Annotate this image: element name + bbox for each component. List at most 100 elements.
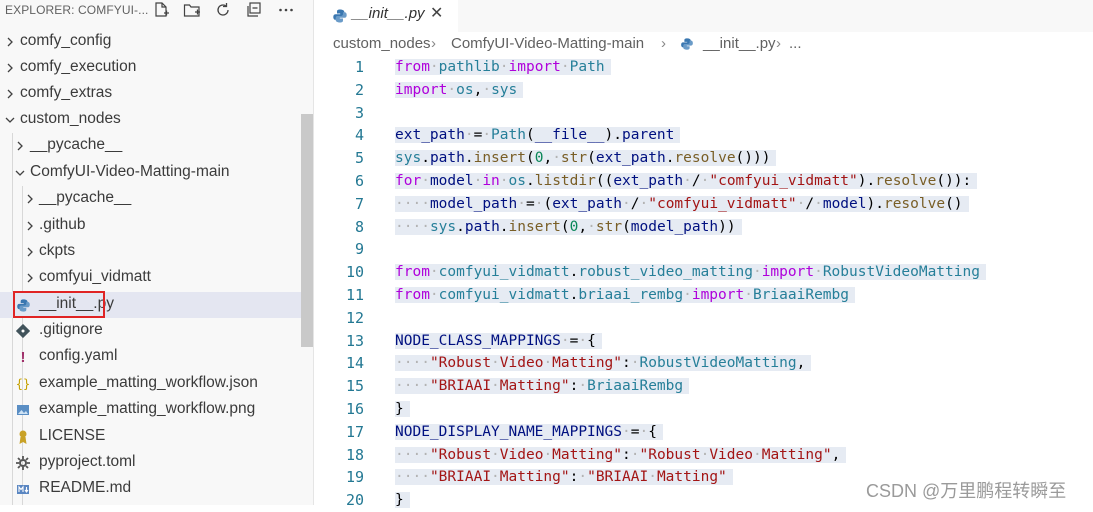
breadcrumb-item-file[interactable]: __init__.py <box>703 35 776 52</box>
new-folder-icon[interactable] <box>182 0 202 20</box>
code-line-text: import·os,·sys <box>395 81 524 98</box>
chevron-right-icon <box>25 271 35 285</box>
code-line-text: ····model_path·=·(ext_path·/·"comfyui_vi… <box>395 195 969 212</box>
explorer-header: EXPLORER: COMFYUI-... <box>0 0 314 22</box>
line-number: 5 <box>354 149 364 168</box>
python-file-icon <box>332 8 348 24</box>
file-item[interactable]: example_matting_workflow.png <box>0 397 314 423</box>
code-line-text: from·comfyui_vidmatt.briaai_rembg·import… <box>395 287 855 303</box>
line-number-gutter: 1 2 3 4 5 6 7 8 9 10 11 12 13 14 15 16 17 18 19 20 <box>314 56 374 509</box>
line-number: 4 <box>354 126 364 145</box>
folder-item[interactable]: comfy_config <box>0 29 314 55</box>
folder-item[interactable]: comfy_execution <box>0 55 314 81</box>
gear-icon <box>15 454 31 472</box>
folder-item[interactable]: custom_nodes <box>0 107 314 133</box>
breadcrumb: custom_nodes › ComfyUI-Video-Matting-mai… <box>314 32 1093 56</box>
chevron-right-icon <box>25 192 35 206</box>
line-number: 1 <box>354 58 364 76</box>
folder-item[interactable]: __pycache__ <box>0 133 314 159</box>
code-line-text: from·comfyui_vidmatt.robust_video_mattin… <box>395 264 986 281</box>
close-icon[interactable]: ✕ <box>430 3 443 23</box>
line-number: 16 <box>345 400 364 418</box>
tree-item-label: example_matting_workflow.png <box>39 400 256 417</box>
code-line-text: from·pathlib·import·Path <box>395 59 611 75</box>
file-item[interactable]: README.md <box>0 476 314 502</box>
code-line-text: ····"BRIAAI·Matting":·"BRIAAI·Matting" <box>395 469 733 486</box>
chevron-down-icon <box>5 113 15 127</box>
chevron-right-icon <box>5 87 15 101</box>
line-number: 18 <box>345 445 364 464</box>
breadcrumb-item-project[interactable]: ComfyUI-Video-Matting-main <box>451 35 644 52</box>
code-line: from·pathlib·import·Path <box>395 56 611 79</box>
file-item[interactable]: .gitignore <box>0 318 314 344</box>
tree-item-label: __pycache__ <box>30 136 123 153</box>
tree-item-label: LICENSE <box>39 427 106 444</box>
code-line: ext_path·=·Path(__file__).parent <box>395 124 681 147</box>
code-line: ····"BRIAAI·Matting":·BriaaiRembg <box>395 375 690 398</box>
tree-item-label: .github <box>39 216 86 233</box>
annotation-highlight-box <box>13 291 105 318</box>
refresh-icon[interactable] <box>213 0 233 20</box>
tree-item-label: comfy_execution <box>20 58 137 75</box>
python-file-icon <box>680 37 694 55</box>
file-item[interactable]: pyproject.toml <box>0 450 314 476</box>
file-item[interactable]: LICENSE <box>0 424 314 450</box>
code-area[interactable]: from·pathlib·import·Path import·os,·sys ex… <box>395 56 1093 509</box>
folder-item[interactable]: .github <box>0 213 314 239</box>
more-icon[interactable] <box>276 0 296 20</box>
tree-item-label: example_matting_workflow.json <box>39 374 258 391</box>
line-number: 20 <box>345 491 364 510</box>
breadcrumb-item-more[interactable]: ... <box>789 35 802 52</box>
code-line-text: ····sys.path.insert(0,·str(model_path)) <box>395 218 742 235</box>
chevron-right-icon <box>15 139 25 153</box>
tab-init-py[interactable]: __init__.py ✕ <box>314 0 458 32</box>
line-number: 3 <box>354 103 364 122</box>
code-line-text: ····"Robust·Video·Matting":·RobustVideoM… <box>395 355 812 372</box>
line-number: 2 <box>354 80 364 99</box>
chevron-right-icon: › <box>431 35 436 52</box>
code-line: ····model_path·=·(ext_path·/·"comfyui_vi… <box>395 193 969 216</box>
line-number: 9 <box>354 240 364 259</box>
file-item[interactable]: {} example_matting_workflow.json <box>0 371 314 397</box>
collapse-all-icon[interactable] <box>244 0 264 20</box>
code-line-text: sys.path.insert(0,·str(ext_path.resolve(… <box>395 150 777 167</box>
json-icon: {} <box>15 377 31 391</box>
folder-item[interactable]: ComfyUI-Video-Matting-main <box>0 160 314 186</box>
code-line-text: } <box>395 492 410 509</box>
line-number: 15 <box>345 377 364 396</box>
chevron-right-icon <box>5 35 15 49</box>
code-line: ····"Robust·Video·Matting":·"Robust·Vide… <box>395 444 847 467</box>
tree-item-label: ckpts <box>39 242 76 259</box>
watermark: CSDN @万里鹏程转瞬至 <box>866 481 1067 501</box>
breadcrumb-item-custom-nodes[interactable]: custom_nodes <box>333 35 431 52</box>
folder-item[interactable]: ckpts <box>0 239 314 265</box>
tree-item-label: custom_nodes <box>20 110 121 127</box>
folder-item[interactable]: comfy_extras <box>0 81 314 107</box>
yaml-icon: ! <box>20 348 26 366</box>
code-line-text: NODE_DISPLAY_NAME_MAPPINGS·=·{ <box>395 423 663 440</box>
folder-item[interactable]: comfyui_vidmatt <box>0 265 314 291</box>
chevron-down-icon <box>15 166 25 180</box>
tree-item-label: comfy_extras <box>20 84 113 101</box>
code-line: import·os,·sys <box>395 79 524 102</box>
line-number: 6 <box>354 172 364 190</box>
new-file-icon[interactable] <box>151 0 171 20</box>
code-line: } <box>395 398 410 421</box>
line-number: 19 <box>345 468 364 487</box>
tab-label: __init__.py <box>352 5 425 22</box>
line-number: 10 <box>345 263 364 282</box>
code-line-text: NODE_CLASS_MAPPINGS·=·{ <box>395 332 602 349</box>
line-number: 8 <box>354 217 364 236</box>
folder-item[interactable]: __pycache__ <box>0 186 314 212</box>
file-item[interactable]: ! config.yaml <box>0 344 314 370</box>
tree-item-label: pyproject.toml <box>39 453 136 470</box>
chevron-right-icon <box>5 61 15 75</box>
tab-bar: __init__.py ✕ <box>314 0 1093 32</box>
line-number: 11 <box>345 286 364 304</box>
code-line: } <box>395 489 410 512</box>
explorer-title: EXPLORER: COMFYUI-... <box>5 3 149 17</box>
line-number: 13 <box>345 331 364 350</box>
image-icon <box>15 401 31 419</box>
line-number: 12 <box>345 308 364 327</box>
code-line: ····"Robust·Video·Matting":·RobustVideoM… <box>395 352 812 375</box>
